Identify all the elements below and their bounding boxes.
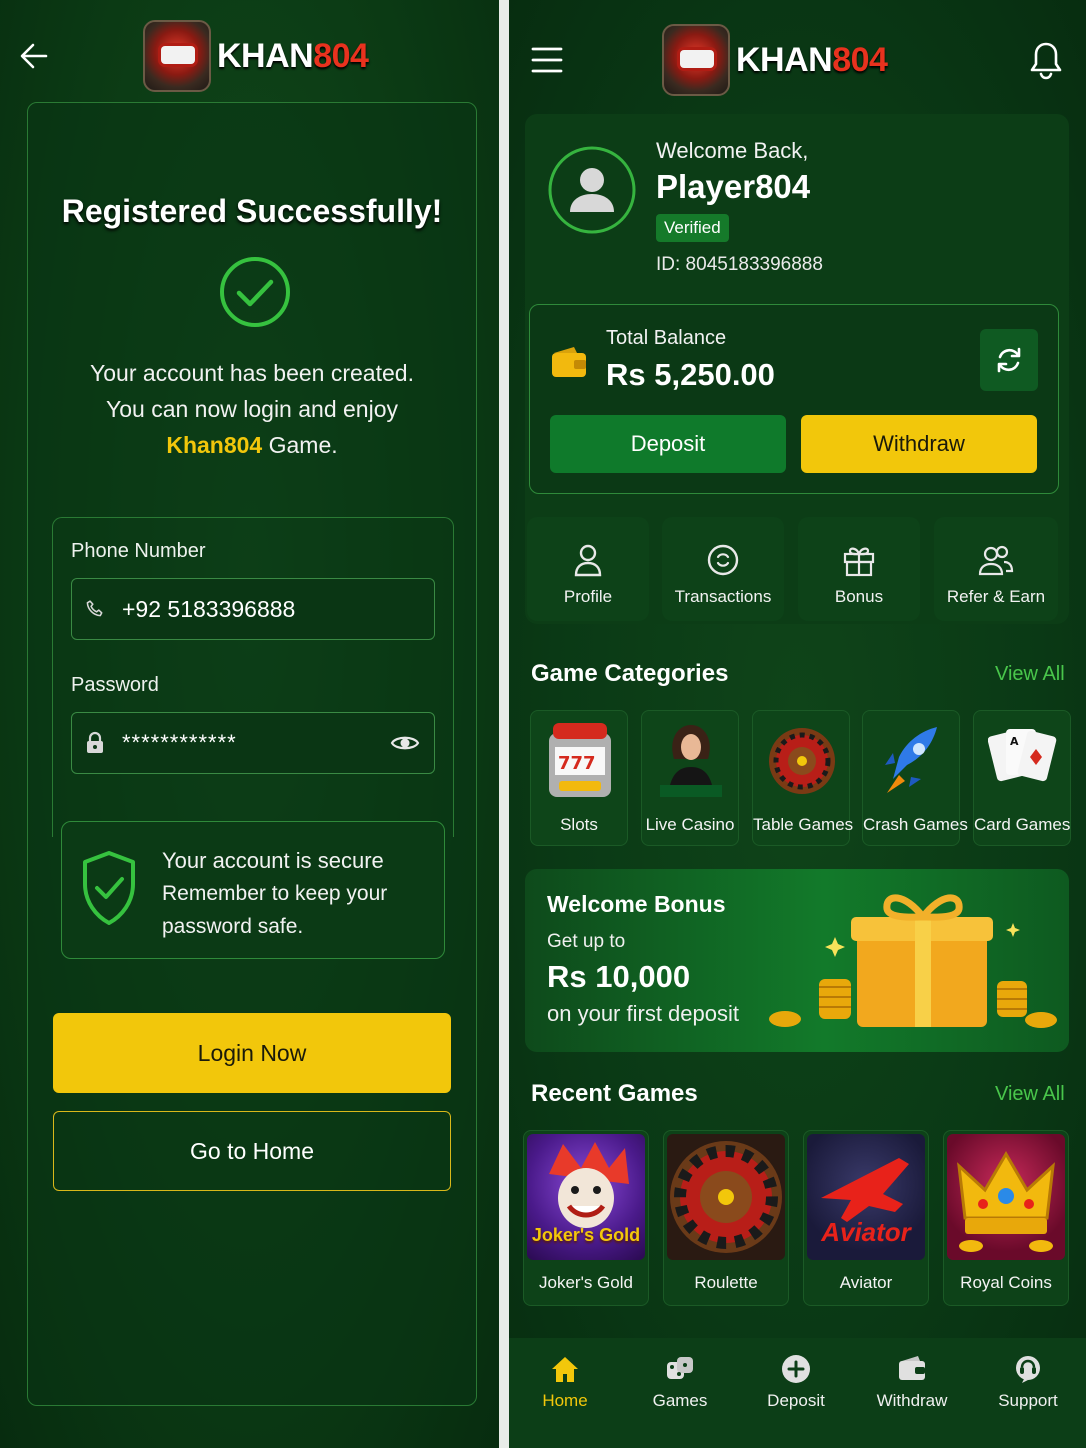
wallet-icon <box>552 347 586 377</box>
logo-badge-icon <box>662 24 730 96</box>
home-screen: KHAN804 Welcome Back, Player804 Verified… <box>509 0 1086 1448</box>
go-to-home-button[interactable]: Go to Home <box>53 1111 451 1191</box>
category-live-casino[interactable]: Live Casino <box>641 710 739 846</box>
back-arrow-icon[interactable] <box>18 40 50 72</box>
svg-text:A: A <box>1010 735 1019 748</box>
page-title: Registered Successfully! <box>61 193 443 229</box>
deposit-button[interactable]: Deposit <box>550 415 786 473</box>
gift-box-coins-icon <box>769 894 1057 1028</box>
balance-label: Total Balance <box>606 327 727 349</box>
quick-bonus[interactable]: Bonus <box>798 517 920 621</box>
category-card-games[interactable]: A Card Games <box>973 710 1071 846</box>
phone-label: Phone Number <box>71 540 206 562</box>
bonus-subtitle: Get up to <box>547 931 626 952</box>
category-crash-games[interactable]: Crash Games <box>862 710 968 846</box>
quick-refer-earn[interactable]: Refer & Earn <box>934 517 1058 621</box>
password-value: ************ <box>122 730 237 755</box>
secure-line1: Remember to keep your <box>162 882 388 905</box>
player-id: ID: 8045183396888 <box>656 254 823 275</box>
nav-withdraw[interactable]: Withdraw <box>862 1353 962 1411</box>
playing-cards-icon: A <box>988 729 1057 782</box>
nav-deposit[interactable]: Deposit <box>746 1353 846 1411</box>
eye-icon[interactable] <box>390 732 420 754</box>
success-message: Your account has been created. You can n… <box>90 360 414 458</box>
brand-logo: KHAN804 <box>143 20 369 92</box>
brand-name: KHAN804 <box>736 40 888 79</box>
security-notice: Your account is secure Remember to keep … <box>61 821 445 959</box>
quick-profile[interactable]: Profile <box>527 517 649 621</box>
slot-machine-icon: 777 <box>549 723 611 797</box>
lock-icon <box>87 731 103 753</box>
aviator-art-text: Aviator <box>821 1217 911 1247</box>
refresh-balance-button[interactable] <box>980 329 1038 391</box>
balance-value: Rs 5,250.00 <box>606 357 775 392</box>
category-slots[interactable]: 777 Slots <box>530 710 628 846</box>
logo-badge-icon <box>143 20 211 92</box>
login-now-button[interactable]: Login Now <box>53 1013 451 1093</box>
menu-icon[interactable] <box>531 46 563 74</box>
categories-view-all-link[interactable]: View All <box>995 663 1065 686</box>
welcome-bonus-banner[interactable]: Welcome Bonus Get up to Rs 10,000 on you… <box>525 869 1069 1052</box>
rocket-icon <box>885 727 937 793</box>
dice-icon <box>667 1357 693 1379</box>
secure-title: Your account is secure <box>162 848 384 873</box>
crown-art-icon <box>957 1151 1055 1252</box>
bonus-note: on your first deposit <box>547 1001 739 1026</box>
quick-transactions[interactable]: Transactions <box>662 517 784 621</box>
roulette-art-icon <box>670 1141 782 1253</box>
recent-game-royal-coins[interactable]: Royal Coins <box>943 1130 1069 1306</box>
category-table-games[interactable]: Table Games <box>752 710 853 846</box>
plus-circle-icon <box>782 1355 810 1383</box>
success-check-icon <box>220 257 290 327</box>
recent-game-aviator[interactable]: Aviator Aviator <box>803 1130 929 1306</box>
password-label: Password <box>71 674 159 696</box>
registration-success-screen: KHAN804 Registered Successfully! Your ac… <box>0 0 499 1448</box>
wallet-nav-icon <box>899 1356 925 1380</box>
home-icon <box>552 1357 578 1382</box>
player-name: Player804 <box>656 168 811 205</box>
svg-text:777: 777 <box>558 753 596 774</box>
withdraw-button[interactable]: Withdraw <box>801 415 1037 473</box>
phone-value: +92 5183396888 <box>122 595 296 622</box>
brand-highlight: Khan804 <box>166 432 263 458</box>
live-dealer-icon <box>660 725 722 797</box>
support-icon <box>1016 1356 1040 1383</box>
bonus-title: Welcome Bonus <box>547 891 726 917</box>
secure-line2: password safe. <box>162 915 304 938</box>
password-field[interactable]: ************ <box>71 712 435 774</box>
refresh-icon <box>997 347 1021 373</box>
phone-field[interactable]: +92 5183396888 <box>71 578 435 640</box>
credentials-panel: Phone Number +92 5183396888 Password ***… <box>52 517 454 837</box>
welcome-text: Welcome Back, <box>656 138 809 163</box>
registration-card: Registered Successfully! Your account ha… <box>27 102 477 1406</box>
nav-home[interactable]: Home <box>515 1353 615 1411</box>
balance-card: Total Balance Rs 5,250.00 Deposit Withdr… <box>529 304 1059 494</box>
recent-game-roulette[interactable]: Roulette <box>663 1130 789 1306</box>
brand-logo: KHAN804 <box>662 24 888 96</box>
user-icon <box>574 544 602 577</box>
phone-icon <box>86 600 103 617</box>
transactions-icon <box>707 544 739 576</box>
bonus-amount: Rs 10,000 <box>547 959 691 994</box>
recent-game-jokers-gold[interactable]: Joker's Gold Joker's Gold <box>523 1130 649 1306</box>
verified-badge: Verified <box>656 214 729 242</box>
avatar-icon[interactable] <box>547 142 637 238</box>
notification-bell-icon[interactable] <box>1029 40 1063 80</box>
recent-view-all-link[interactable]: View All <box>995 1083 1065 1106</box>
roulette-wheel-icon <box>769 728 835 794</box>
users-icon <box>978 545 1014 576</box>
game-categories-title: Game Categories <box>531 660 729 687</box>
shield-check-icon <box>83 851 135 925</box>
brand-name: KHAN804 <box>217 36 369 75</box>
nav-support[interactable]: Support <box>978 1353 1078 1411</box>
recent-games-title: Recent Games <box>531 1080 698 1107</box>
jokers-gold-art-text: Joker's Gold <box>531 1225 641 1245</box>
nav-games[interactable]: Games <box>630 1353 730 1411</box>
gift-icon <box>843 547 875 577</box>
